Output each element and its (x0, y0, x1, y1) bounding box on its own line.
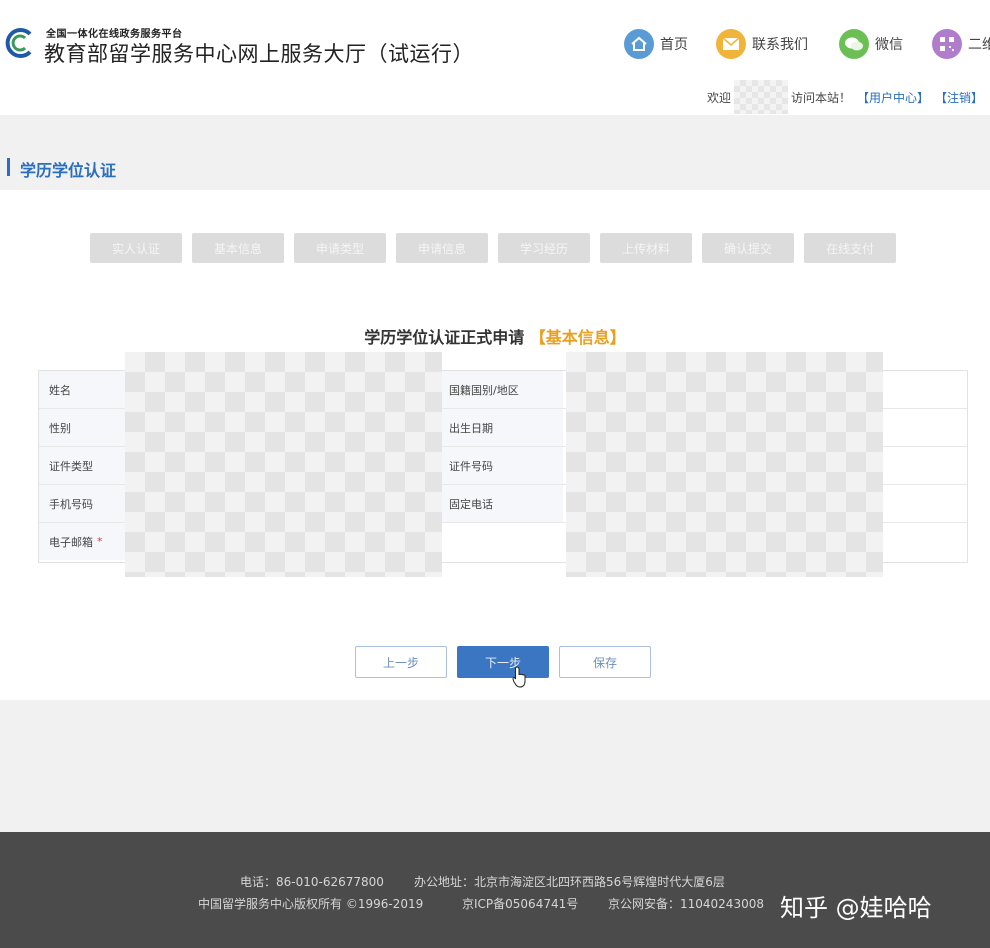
wechat-icon (839, 29, 869, 59)
section-band (0, 115, 990, 190)
label-mobile: 手机号码 (39, 485, 125, 522)
footer-police-record[interactable]: 京公网安备：11040243008 (608, 895, 764, 912)
nav-qrcode[interactable]: 二维 (932, 28, 990, 60)
redacted-left-values[interactable] (125, 352, 442, 577)
footer-copyright: 中国留学服务中心版权所有 ©1996-2019 (198, 897, 424, 911)
section-accent-bar (7, 158, 10, 176)
label-landline: 固定电话 (439, 485, 563, 522)
label-email: 电子邮箱 * (39, 523, 125, 560)
nav-contact-label: 联系我们 (752, 37, 808, 53)
step-real-name-auth[interactable]: 实人认证 (90, 233, 182, 263)
step-basic-info[interactable]: 基本信息 (192, 233, 284, 263)
nav-wechat-label: 微信 (875, 37, 903, 53)
nav-home[interactable]: 首页 (624, 28, 688, 60)
step-application-info[interactable]: 申请信息 (396, 233, 488, 263)
section-title: 学历学位认证 (20, 161, 117, 180)
footer-icp[interactable]: 京ICP备05064741号 (462, 895, 578, 912)
form-title-main: 学历学位认证正式申请 (364, 328, 525, 347)
nav-contact[interactable]: 联系我们 (716, 28, 808, 60)
home-icon (624, 29, 654, 59)
label-id-type: 证件类型 (39, 447, 125, 484)
nav-qrcode-label: 二维 (968, 37, 990, 53)
step-study-history[interactable]: 学习经历 (498, 233, 590, 263)
site-logo-icon[interactable] (2, 26, 36, 60)
required-mark: * (97, 535, 103, 548)
user-center-link[interactable]: 【用户中心】 (857, 89, 929, 106)
redacted-right-values[interactable] (566, 352, 883, 577)
step-upload-materials[interactable]: 上传材料 (600, 233, 692, 263)
qrcode-icon (932, 29, 962, 59)
welcome-bar: 欢迎 访问本站！ 【用户中心】 【注销】 (707, 80, 983, 114)
logout-link[interactable]: 【注销】 (935, 89, 983, 106)
form-title: 学历学位认证正式申请 【基本信息】 (0, 324, 990, 348)
nav-home-label: 首页 (660, 37, 688, 53)
step-online-payment[interactable]: 在线支付 (804, 233, 896, 263)
label-name: 姓名 (39, 371, 125, 408)
label-birth-date: 出生日期 (439, 409, 563, 446)
hand-cursor-icon (512, 666, 526, 688)
username-redacted (734, 80, 789, 114)
label-id-number: 证件号码 (439, 447, 563, 484)
step-confirm-submit[interactable]: 确认提交 (702, 233, 794, 263)
welcome-prefix: 欢迎 (707, 90, 732, 105)
zhihu-watermark: 知乎 @娃哈哈 (780, 894, 932, 922)
form-title-section: 【基本信息】 (529, 328, 626, 347)
site-title[interactable]: 教育部留学服务中心网上服务大厅（试运行） (44, 38, 474, 68)
next-step-button[interactable]: 下一步 (457, 646, 549, 678)
nav-wechat[interactable]: 微信 (839, 28, 903, 60)
label-gender: 性别 (39, 409, 125, 446)
label-email-text: 电子邮箱 (49, 535, 93, 549)
save-button[interactable]: 保存 (559, 646, 651, 678)
mail-icon (716, 29, 746, 59)
footer-address: 办公地址：北京市海淀区北四环西路56号辉煌时代大厦6层 (414, 875, 725, 889)
lower-spacer (0, 700, 990, 832)
step-application-type[interactable]: 申请类型 (294, 233, 386, 263)
label-nationality: 国籍国别/地区 (439, 371, 563, 408)
footer-phone: 电话：86-010-62677800 (240, 875, 384, 889)
prev-step-button[interactable]: 上一步 (355, 646, 447, 678)
welcome-suffix: 访问本站！ (791, 90, 852, 105)
header: 全国一体化在线政务服务平台 教育部留学服务中心网上服务大厅（试运行） 首页 联系… (0, 0, 990, 115)
